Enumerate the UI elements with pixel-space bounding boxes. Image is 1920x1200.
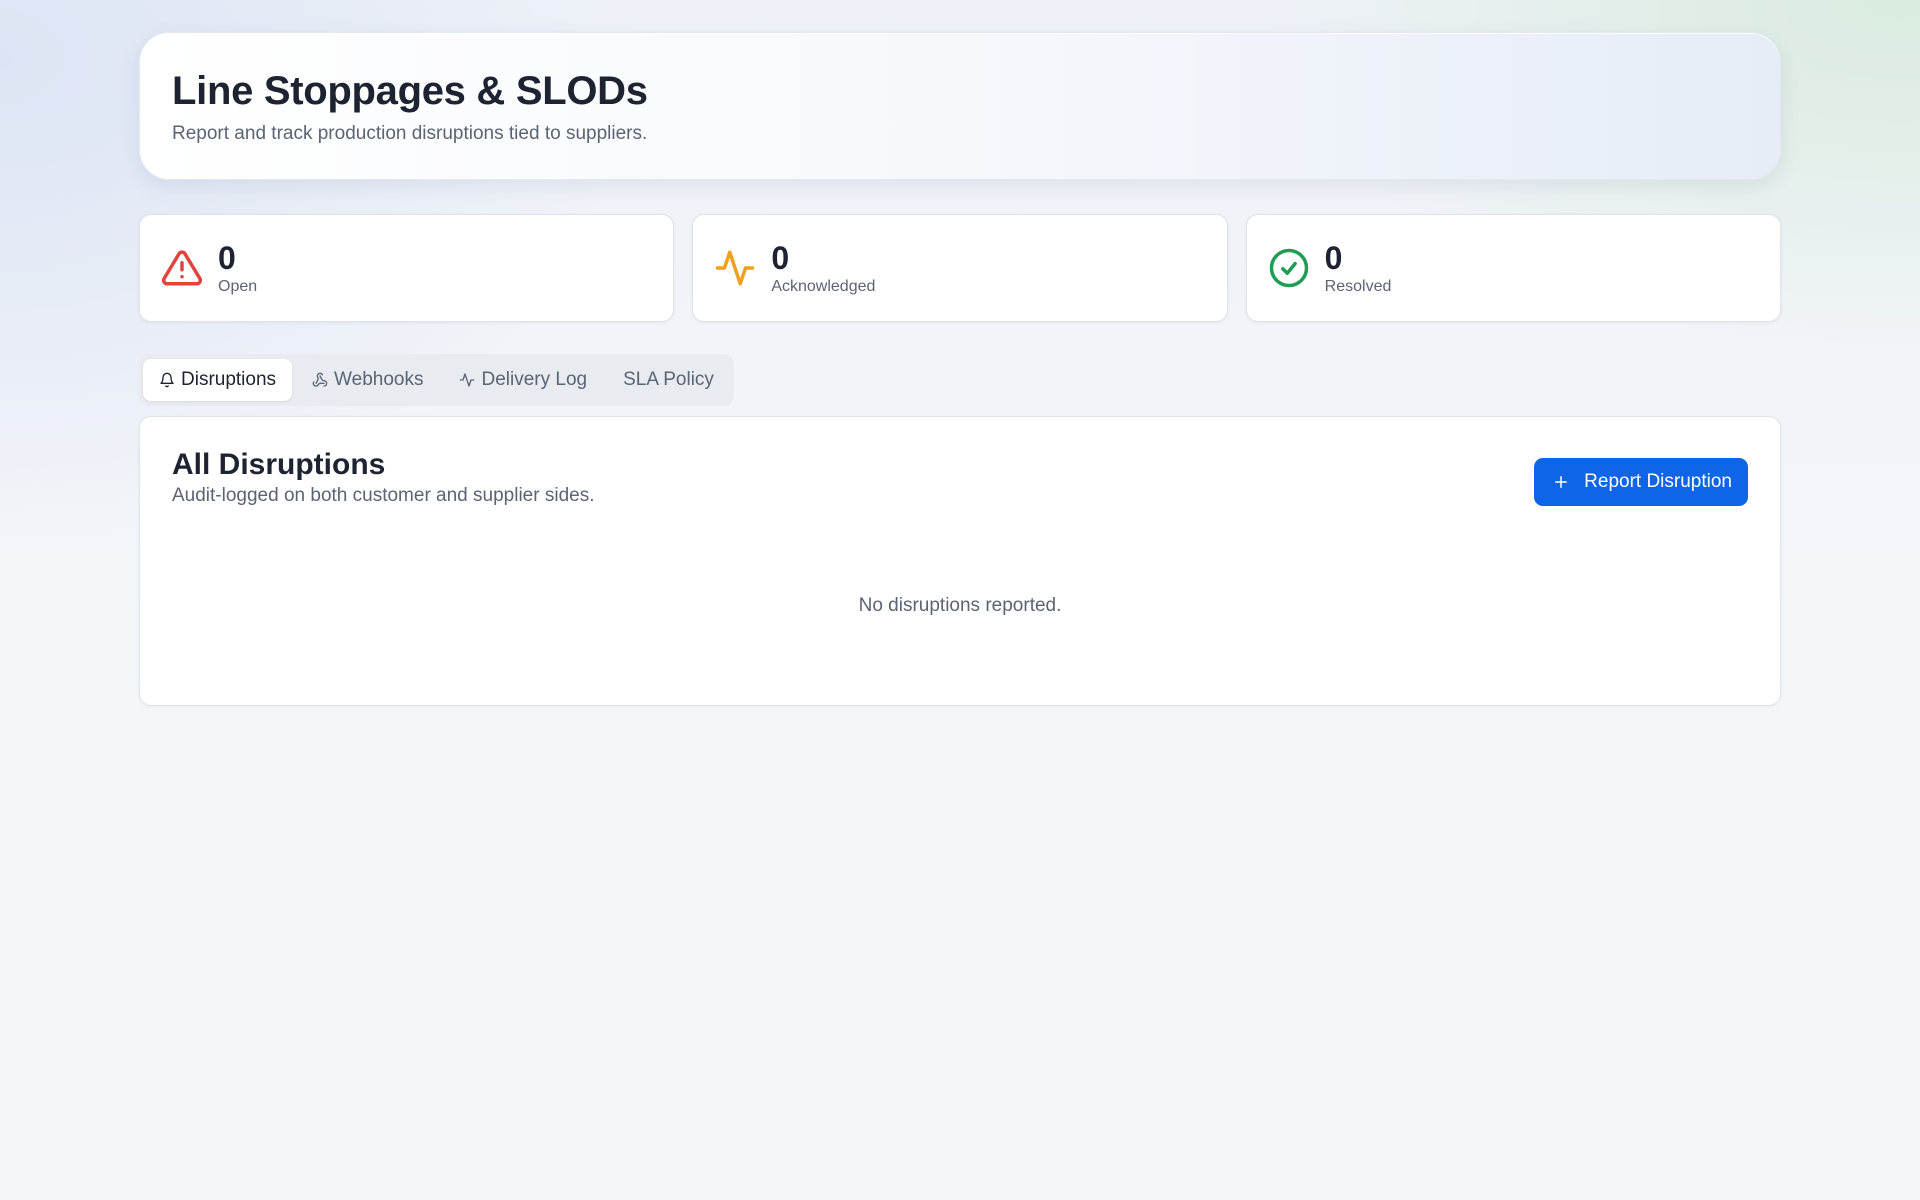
page-container: Line Stoppages & SLODs Report and track … bbox=[139, 32, 1781, 706]
tab-label: Webhooks bbox=[334, 369, 424, 390]
panel-title: All Disruptions bbox=[172, 448, 386, 481]
tab-delivery-log[interactable]: Delivery Log bbox=[443, 359, 603, 401]
stat-value: 0 bbox=[1324, 240, 1343, 276]
stats-row: 0 Open 0 Acknowledged 0 Resolved bbox=[139, 214, 1781, 322]
stat-value: 0 bbox=[218, 240, 236, 276]
button-label: Report Disruption bbox=[1584, 471, 1732, 492]
tab-label: Delivery Log bbox=[481, 369, 588, 390]
stat-card-acknowledged: 0 Acknowledged bbox=[692, 214, 1228, 322]
tab-disruptions[interactable]: Disruptions bbox=[143, 359, 293, 401]
page-header: Line Stoppages & SLODs Report and track … bbox=[139, 32, 1781, 180]
check-circle-icon bbox=[1268, 247, 1310, 289]
stat-label: Acknowledged bbox=[771, 278, 876, 295]
tab-label: Disruptions bbox=[181, 369, 277, 390]
empty-state-message: No disruptions reported. bbox=[858, 595, 1062, 616]
plus-icon bbox=[1555, 476, 1568, 488]
report-disruption-button[interactable]: Report Disruption bbox=[1534, 458, 1748, 506]
stat-card-resolved: 0 Resolved bbox=[1245, 214, 1781, 322]
activity-icon bbox=[460, 373, 475, 387]
tab-bar: Disruptions Webhooks Delivery Log SLA Po… bbox=[139, 354, 734, 406]
stat-card-open: 0 Open bbox=[139, 214, 675, 322]
alert-triangle-icon bbox=[161, 247, 203, 289]
activity-icon bbox=[714, 247, 756, 289]
stat-value: 0 bbox=[771, 240, 790, 276]
page-title: Line Stoppages & SLODs bbox=[172, 69, 648, 113]
webhook-icon bbox=[312, 372, 328, 387]
stat-label: Resolved bbox=[1324, 278, 1392, 295]
bell-icon bbox=[160, 372, 174, 388]
tab-sla-policy[interactable]: SLA Policy bbox=[607, 359, 730, 401]
tab-label: SLA Policy bbox=[623, 369, 714, 390]
tab-webhooks[interactable]: Webhooks bbox=[296, 359, 439, 401]
page-subtitle: Report and track production disruptions … bbox=[172, 123, 648, 144]
disruptions-panel: All Disruptions Audit-logged on both cus… bbox=[139, 416, 1781, 706]
panel-subtitle: Audit-logged on both customer and suppli… bbox=[172, 485, 595, 506]
stat-label: Open bbox=[218, 278, 258, 295]
